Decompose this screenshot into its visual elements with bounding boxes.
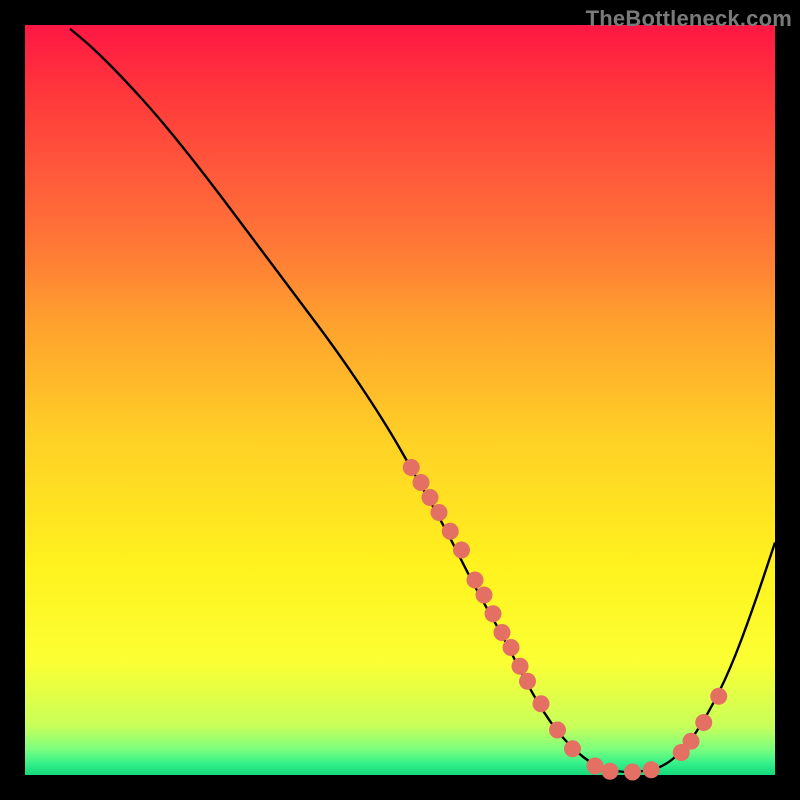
bottleneck-curve (25, 25, 775, 775)
curve-markers (403, 459, 728, 781)
curve-marker (533, 695, 550, 712)
curve-marker (422, 489, 439, 506)
chart-container: TheBottleneck.com (0, 0, 800, 800)
curve-marker (602, 763, 619, 780)
curve-marker (624, 764, 641, 781)
curve-marker (512, 658, 529, 675)
curve-marker (564, 740, 581, 757)
curve-marker (587, 758, 604, 775)
curve-marker (519, 673, 536, 690)
curve-marker (467, 572, 484, 589)
curve-marker (503, 639, 520, 656)
curve-marker (643, 761, 660, 778)
curve-marker (431, 504, 448, 521)
curve-marker (695, 714, 712, 731)
curve-marker (710, 688, 727, 705)
curve-marker (549, 722, 566, 739)
curve-marker (494, 624, 511, 641)
curve-marker (453, 542, 470, 559)
curve-path (70, 29, 775, 772)
curve-marker (683, 733, 700, 750)
curve-marker (442, 523, 459, 540)
curve-marker (413, 474, 430, 491)
curve-marker (403, 459, 420, 476)
curve-marker (485, 605, 502, 622)
curve-marker (476, 587, 493, 604)
